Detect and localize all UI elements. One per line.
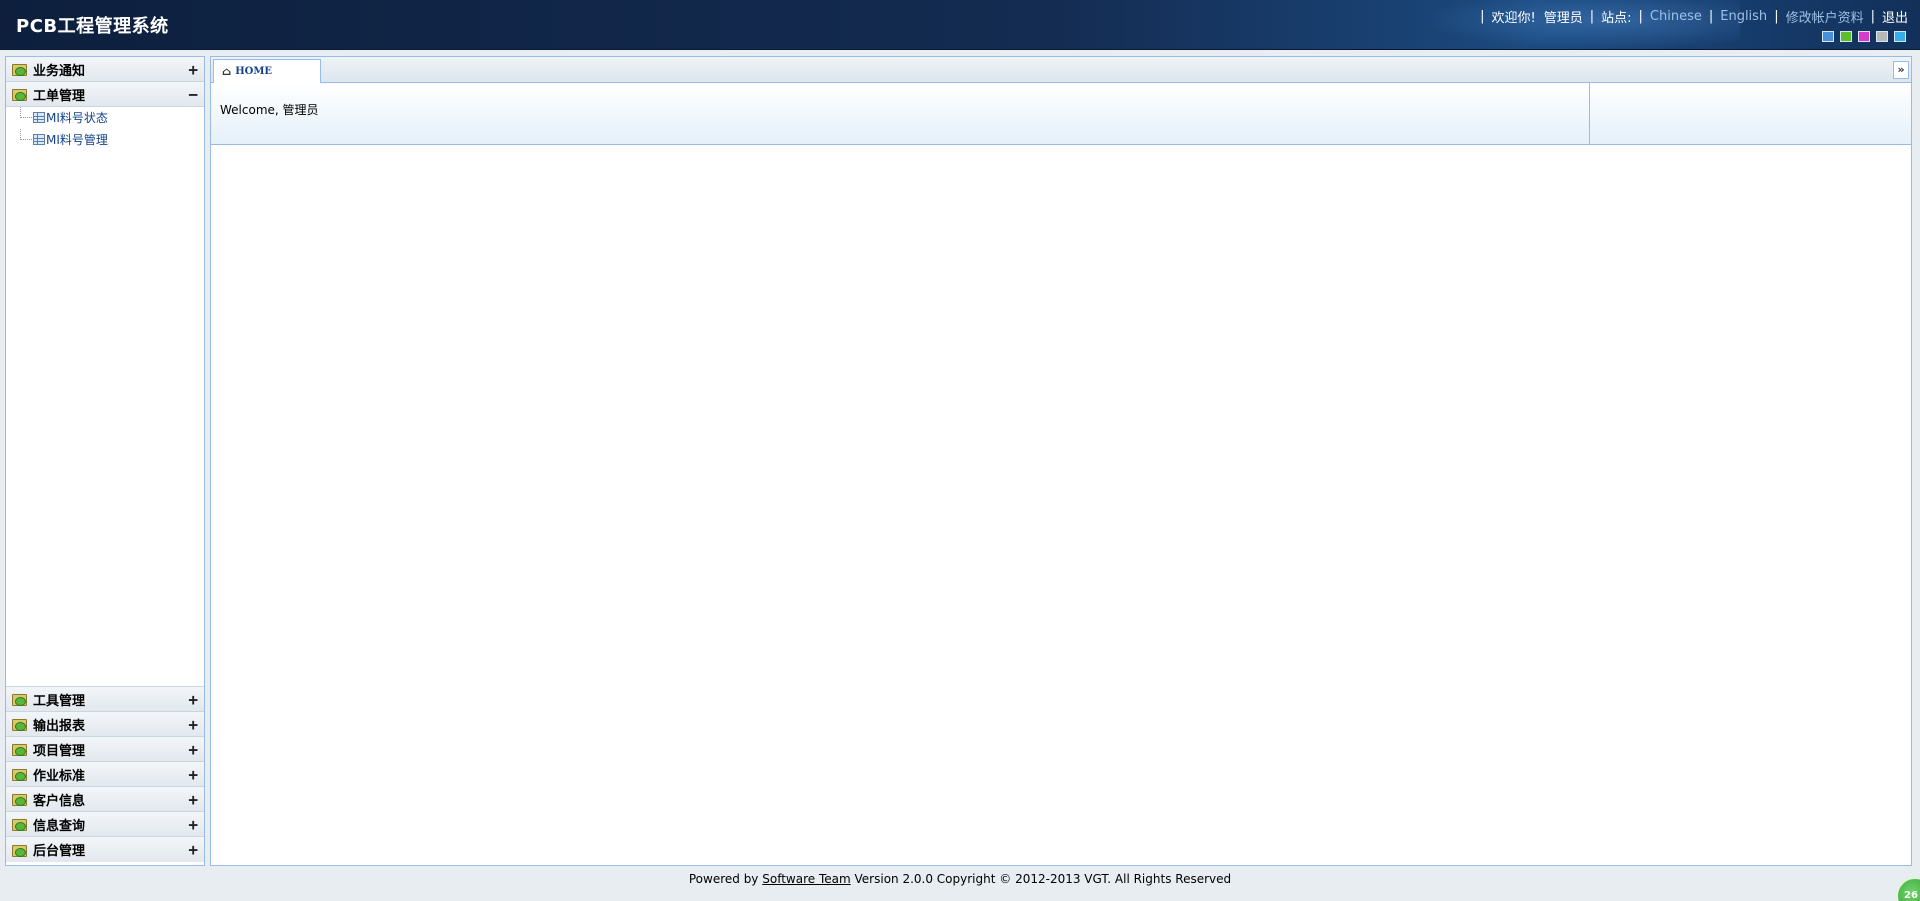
theme-pink-swatch[interactable]: [1858, 31, 1870, 42]
theme-blue-swatch[interactable]: [1822, 31, 1834, 42]
theme-gray-swatch[interactable]: [1876, 31, 1888, 42]
sidebar-section-notice[interactable]: 业务通知 +: [6, 57, 204, 82]
tab-strip: ⌂ HOME »: [211, 57, 1911, 83]
welcome-message: Welcome, 管理员: [211, 83, 1590, 144]
tree-connector: [20, 107, 32, 118]
theme-sky-swatch[interactable]: [1894, 31, 1906, 42]
expand-icon[interactable]: +: [188, 815, 198, 834]
collapse-icon[interactable]: −: [188, 85, 198, 104]
sidebar-section-query[interactable]: 信息查询 +: [6, 812, 204, 837]
theme-green-swatch[interactable]: [1840, 31, 1852, 42]
folder-icon: [11, 692, 27, 706]
sidebar-section-reports[interactable]: 输出报表 +: [6, 712, 204, 737]
app-title: PCB工程管理系统: [16, 16, 169, 37]
tab-label: HOME: [235, 66, 273, 77]
nav-separator: |: [1870, 9, 1875, 24]
welcome-side-panel: [1590, 83, 1911, 144]
site-label: 站点:: [1601, 11, 1632, 26]
sidebar-section-projects[interactable]: 项目管理 +: [6, 737, 204, 762]
sidebar-section-workorder[interactable]: 工单管理 −: [6, 82, 204, 107]
nav-separator: |: [1708, 9, 1714, 24]
tree-item-label: MI料号管理: [46, 133, 108, 147]
footer: Powered by Software Team Version 2.0.0 C…: [0, 872, 1920, 886]
workorder-tree: MI料号状态 MI料号管理: [6, 107, 204, 687]
nav-separator: |: [1774, 9, 1779, 24]
nav-separator: |: [1638, 9, 1643, 24]
top-header: PCB工程管理系统 | 欢迎你! 管理员 | 站点: | Chinese | E…: [0, 0, 1920, 50]
footer-copyright: Version 2.0.0 Copyright © 2012-2013 VGT.…: [854, 872, 1232, 886]
top-nav: | 欢迎你! 管理员 | 站点: | Chinese | English | 修…: [1473, 7, 1908, 26]
section-label: 客户信息: [33, 793, 86, 809]
welcome-panel: Welcome, 管理员: [211, 83, 1911, 145]
tree-item-label: MI料号状态: [46, 111, 108, 125]
folder-icon: [11, 767, 27, 781]
tree-connector: [20, 129, 32, 140]
section-label: 后台管理: [33, 844, 86, 859]
expand-icon[interactable]: +: [188, 690, 198, 709]
current-user: 管理员: [1543, 11, 1583, 26]
expand-icon[interactable]: +: [188, 740, 198, 759]
section-label: 作业标准: [33, 768, 86, 784]
software-team-link[interactable]: Software Team: [762, 872, 850, 886]
section-label: 工单管理: [33, 88, 86, 104]
folder-icon: [11, 742, 27, 756]
footer-prefix: Powered by: [688, 872, 759, 886]
home-icon: ⌂: [222, 65, 232, 78]
expand-icon[interactable]: +: [188, 765, 198, 784]
expand-icon[interactable]: +: [188, 840, 198, 859]
welcome-greeting: 欢迎你!: [1491, 11, 1536, 26]
grid-icon: [33, 134, 45, 145]
sidebar-accordion: 业务通知 + 工单管理 − MI料号状态 MI料号管理 工具管理 + 输出报表 …: [5, 56, 205, 866]
lang-english-link[interactable]: English: [1720, 9, 1767, 24]
folder-icon: [11, 717, 27, 731]
section-label: 信息查询: [33, 818, 86, 834]
tab-home[interactable]: ⌂ HOME: [213, 59, 321, 83]
nav-separator: |: [1480, 9, 1485, 24]
grid-icon: [33, 112, 45, 123]
sidebar-section-customers[interactable]: 客户信息 +: [6, 787, 204, 812]
logout-link[interactable]: 退出: [1882, 7, 1908, 26]
section-label: 输出报表: [33, 718, 86, 734]
section-label: 项目管理: [33, 743, 86, 759]
main-panel: ⌂ HOME » Welcome, 管理员: [210, 56, 1912, 866]
tree-item-mi-status[interactable]: MI料号状态: [6, 107, 204, 129]
folder-icon: [11, 843, 27, 857]
folder-icon: [11, 87, 27, 101]
expand-icon[interactable]: +: [188, 60, 198, 79]
theme-switcher: [1822, 31, 1906, 42]
tree-item-mi-manage[interactable]: MI料号管理: [6, 129, 204, 151]
tab-menu-chevron-icon[interactable]: »: [1893, 61, 1909, 79]
lang-chinese-link[interactable]: Chinese: [1650, 9, 1702, 24]
nav-separator: |: [1589, 9, 1595, 24]
expand-icon[interactable]: +: [188, 790, 198, 809]
sidebar-section-admin[interactable]: 后台管理 +: [6, 837, 204, 862]
section-label: 工具管理: [33, 693, 86, 709]
folder-icon: [11, 62, 27, 76]
folder-icon: [11, 817, 27, 831]
expand-icon[interactable]: +: [188, 715, 198, 734]
section-label: 业务通知: [33, 63, 86, 79]
sidebar-section-standards[interactable]: 作业标准 +: [6, 762, 204, 787]
edit-account-link[interactable]: 修改帐户资料: [1786, 7, 1864, 26]
folder-icon: [11, 792, 27, 806]
sidebar-section-tools[interactable]: 工具管理 +: [6, 687, 204, 712]
